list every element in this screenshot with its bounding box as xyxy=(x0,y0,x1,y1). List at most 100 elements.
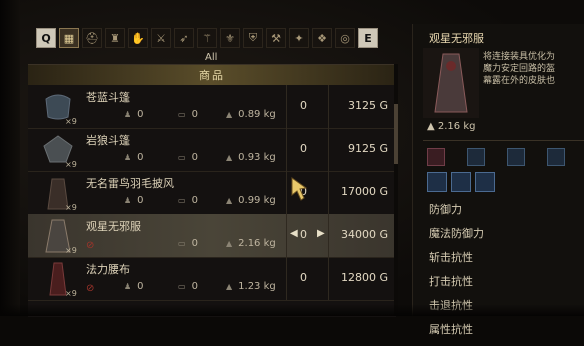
stat-b: ▭ 0 xyxy=(178,152,198,163)
storage-icon: ▭ xyxy=(178,110,186,119)
prev-category-key[interactable]: Q xyxy=(36,28,56,48)
item-name: 观星无邪服 xyxy=(86,220,141,233)
cookbook-icon[interactable]: ❖ xyxy=(312,28,332,48)
item-count: 0 xyxy=(300,228,307,241)
defense-stat-list: 防御力 魔法防御力 斩击抗性 打击抗性 击退抗性 属性抗性 xyxy=(429,202,484,346)
effect-icon-1 xyxy=(427,172,447,192)
detail-item-image xyxy=(423,48,479,118)
item-count: 0 xyxy=(300,142,307,155)
effect-icon-3 xyxy=(475,172,495,192)
column-divider xyxy=(328,257,329,300)
detail-weight: ▲ 2.16 kg xyxy=(427,121,476,132)
storage-icon: ▭ xyxy=(178,153,186,162)
weight-icon: ▲ xyxy=(427,121,438,132)
person-icon: ♟ xyxy=(124,196,132,205)
fire-attribute-icon xyxy=(507,148,525,166)
stat-label: 防御力 xyxy=(429,203,462,216)
stat-b: ▭ 0 xyxy=(178,281,198,292)
weight-icon: ▲ xyxy=(226,110,233,119)
stat-label: 打击抗性 xyxy=(429,275,473,288)
weight-icon: ▲ xyxy=(226,196,233,205)
item-name: 无名雷鸟羽毛披风 xyxy=(86,177,174,190)
storage-icon: ▭ xyxy=(178,282,186,291)
attack-attribute-icon xyxy=(427,148,445,166)
weight-icon: ▲ xyxy=(226,282,233,291)
list-item[interactable]: ×9 岩狼斗篷 ♟ 0 ▭ 0 ▲ 0.93 kg 0 9125 G xyxy=(28,128,396,172)
stat-a: ♟ 0 xyxy=(124,281,144,292)
column-divider xyxy=(286,85,287,128)
item-price: 12800 G xyxy=(340,271,388,284)
cursor-icon xyxy=(291,177,308,201)
column-divider xyxy=(286,171,287,214)
filter-label: All xyxy=(205,52,218,63)
item-qty: ×9 xyxy=(65,160,77,169)
talisman-icon[interactable]: ✦ xyxy=(289,28,309,48)
helmet-icon[interactable]: ⛑ xyxy=(82,28,102,48)
column-divider xyxy=(328,128,329,171)
weight-icon: ▲ xyxy=(226,239,233,248)
seal-icon[interactable]: ⚜ xyxy=(220,28,240,48)
ring-icon[interactable]: ◎ xyxy=(335,28,355,48)
item-count: 0 xyxy=(300,99,307,112)
left-border xyxy=(0,0,20,316)
item-price: 17000 G xyxy=(340,185,388,198)
unavailable-icon: ⊘ xyxy=(86,283,95,294)
item-weight: ▲ 2.16 kg xyxy=(226,238,276,249)
chest-armor-icon[interactable]: ♜ xyxy=(105,28,125,48)
stat-b: ▭ 0 xyxy=(178,109,198,120)
staff-icon[interactable]: ⚚ xyxy=(197,28,217,48)
item-qty: ×9 xyxy=(65,246,77,255)
item-qty: ×9 xyxy=(65,117,77,126)
person-icon: ♟ xyxy=(124,153,132,162)
stat-label: 斩击抗性 xyxy=(429,251,473,264)
leg-armor-icon[interactable]: ⚔ xyxy=(151,28,171,48)
item-name: 法力腰布 xyxy=(86,263,130,276)
item-name: 苍蓝斗篷 xyxy=(86,91,130,104)
detail-title: 观星无邪服 xyxy=(429,32,484,45)
item-price: 3125 G xyxy=(347,99,388,112)
gauntlet-icon[interactable]: ✋ xyxy=(128,28,148,48)
item-price: 9125 G xyxy=(347,142,388,155)
list-scrollbar[interactable] xyxy=(394,64,398,316)
stat-a: ♟ 0 xyxy=(124,152,144,163)
tool-icon[interactable]: ⚒ xyxy=(266,28,286,48)
bow-icon[interactable]: ➶ xyxy=(174,28,194,48)
decrease-arrow-icon[interactable]: ◀ xyxy=(290,228,298,239)
grid-icon[interactable]: ▦ xyxy=(59,28,79,48)
category-tab-bar: Q ▦ ⛑ ♜ ✋ ⚔ ➶ ⚚ ⚜ ⛨ ⚒ ✦ ❖ ◎ E xyxy=(36,26,392,50)
column-divider xyxy=(286,257,287,300)
storage-icon: ▭ xyxy=(178,196,186,205)
divider xyxy=(423,140,584,141)
item-weight: ▲ 1.23 kg xyxy=(226,281,276,292)
shop-item-list: 商品 ×9 苍蓝斗篷 ♟ 0 ▭ 0 ▲ 0.89 kg 0 3125 G ×9 岩狼… xyxy=(28,64,396,317)
item-qty: ×9 xyxy=(65,203,77,212)
stat-label: 魔法防御力 xyxy=(429,227,484,240)
list-item[interactable]: ×9 无名雷鸟羽毛披风 ♟ 0 ▭ 0 ▲ 0.99 kg 0 17000 G xyxy=(28,171,396,215)
person-icon: ♟ xyxy=(124,110,132,119)
person-icon: ♟ xyxy=(124,282,132,291)
stat-a: ♟ 0 xyxy=(124,195,144,206)
bottom-vignette xyxy=(0,304,584,316)
item-qty: ×9 xyxy=(65,289,77,298)
magic-attribute-icon xyxy=(467,148,485,166)
item-price: 34000 G xyxy=(340,228,388,241)
weight-icon: ▲ xyxy=(226,153,233,162)
stat-b: ▭ 0 xyxy=(178,238,198,249)
item-name: 岩狼斗篷 xyxy=(86,134,130,147)
list-item[interactable]: ×9 法力腰布 ⊘ ♟ 0 ▭ 0 ▲ 1.23 kg 0 12800 G xyxy=(28,257,396,301)
next-category-key[interactable]: E xyxy=(358,28,378,48)
item-weight: ▲ 0.99 kg xyxy=(226,195,276,206)
shield-icon[interactable]: ⛨ xyxy=(243,28,263,48)
list-item-selected[interactable]: ×9 观星无邪服 ⊘ ▭ 0 ▲ 2.16 kg ◀ 0 ▶ 34000 G xyxy=(28,214,396,258)
item-weight: ▲ 0.89 kg xyxy=(226,109,276,120)
item-detail-panel: 观星无邪服 将连接装具优化为 魔力安定回路的盔 幕露在外的皮肤也 ▲ 2.16 … xyxy=(412,24,584,336)
effect-icons-row xyxy=(427,172,495,192)
column-divider xyxy=(328,171,329,214)
increase-arrow-icon[interactable]: ▶ xyxy=(317,228,325,239)
unavailable-icon: ⊘ xyxy=(86,240,95,251)
stat-b: ▭ 0 xyxy=(178,195,198,206)
stat-a: ♟ 0 xyxy=(124,109,144,120)
column-divider xyxy=(286,128,287,171)
list-item[interactable]: ×9 苍蓝斗篷 ♟ 0 ▭ 0 ▲ 0.89 kg 0 3125 G xyxy=(28,85,396,129)
scrollbar-thumb[interactable] xyxy=(394,104,398,164)
